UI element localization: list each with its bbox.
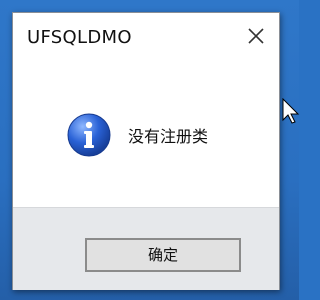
- mouse-pointer-icon: [282, 98, 300, 124]
- info-icon: [66, 112, 112, 158]
- close-button[interactable]: [243, 23, 269, 49]
- message-dialog: UFSQLDMO 没有注册类 确定: [12, 12, 280, 290]
- close-icon: [248, 28, 264, 44]
- dialog-message: 没有注册类: [128, 127, 209, 146]
- dialog-title: UFSQLDMO: [27, 27, 132, 48]
- dialog-footer: 确定: [13, 207, 279, 290]
- dialog-titlebar[interactable]: UFSQLDMO: [13, 13, 279, 57]
- dialog-content: 没有注册类: [13, 57, 279, 207]
- ok-button[interactable]: 确定: [85, 238, 241, 272]
